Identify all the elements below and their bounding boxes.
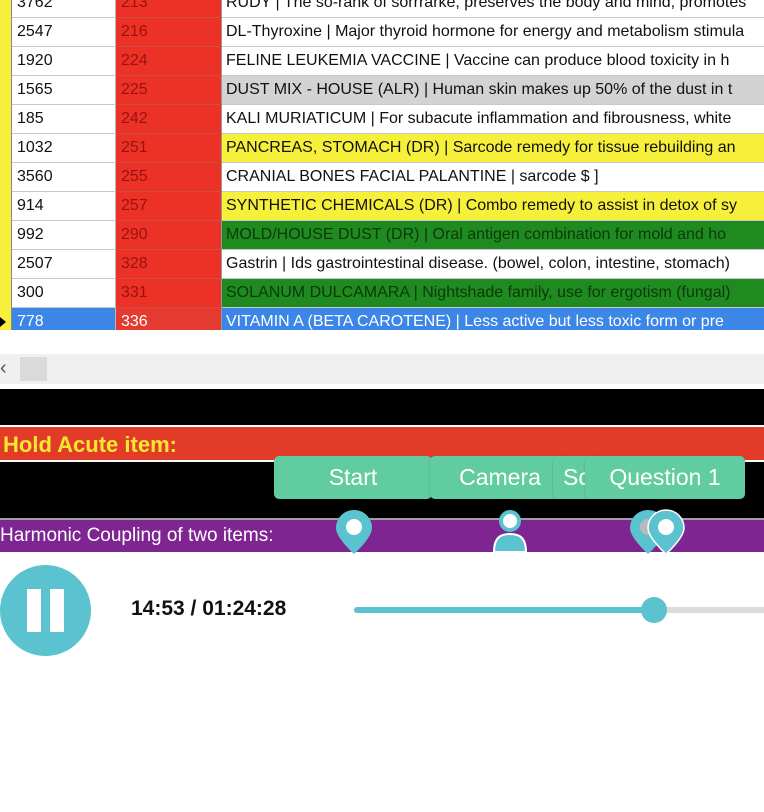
table-cell: 185 <box>12 105 116 134</box>
chapter-camera-label: Camera <box>459 464 541 490</box>
pause-button[interactable] <box>0 565 91 656</box>
row-selector[interactable] <box>0 47 12 76</box>
pause-icon <box>27 589 41 632</box>
table-cell: 992 <box>12 221 116 250</box>
scrollbar-thumb[interactable] <box>20 357 47 381</box>
table-cell: 914 <box>12 192 116 221</box>
table-cell: SOLANUM DULCAMARA | Nightshade family, u… <box>222 279 764 308</box>
table-row[interactable]: 300 331 SOLANUM DULCAMARA | Nightshade fam… <box>0 279 764 308</box>
table-row[interactable]: 2507 328 Gastrin | Ids gastrointestinal di… <box>0 250 764 279</box>
playback-time: 14:53 / 01:24:28 <box>131 597 287 620</box>
row-selector[interactable] <box>0 0 12 18</box>
chapter-question-1[interactable]: Question 1 <box>585 456 745 499</box>
row-selector[interactable] <box>0 308 12 330</box>
table-cell: 1920 <box>12 47 116 76</box>
row-selector[interactable] <box>0 18 12 47</box>
row-selector[interactable] <box>0 279 12 308</box>
row-selector[interactable] <box>0 250 12 279</box>
progress-fill <box>354 607 655 613</box>
table-cell: 1565 <box>12 76 116 105</box>
table-cell: 213 <box>116 0 222 18</box>
horizontal-scrollbar[interactable]: ‹ <box>0 354 764 384</box>
black-panel-top <box>0 389 764 425</box>
table-cell: 1032 <box>12 134 116 163</box>
table-cell: SYNTHETIC CHEMICALS (DR) | Combo remedy … <box>222 192 764 221</box>
row-selector[interactable] <box>0 134 12 163</box>
hold-acute-label: Hold Acute item: <box>3 432 177 457</box>
person-icon[interactable] <box>490 508 530 554</box>
table-cell: DUST MIX - HOUSE (ALR) | Human skin make… <box>222 76 764 105</box>
table-cell: MOLD/HOUSE DUST (DR) | Oral antigen comb… <box>222 221 764 250</box>
table-row[interactable]: 1920 224 FELINE LEUKEMIA VACCINE | Vaccine… <box>0 47 764 76</box>
row-selector[interactable] <box>0 76 12 105</box>
table-cell: 2507 <box>12 250 116 279</box>
table-row[interactable]: 3762 213 RUDY | The so-rank of sorrrarke, … <box>0 0 764 18</box>
table-cell: 3762 <box>12 0 116 18</box>
table-cell: 216 <box>116 18 222 47</box>
row-selector[interactable] <box>0 192 12 221</box>
table-cell: RUDY | The so-rank of sorrrarke, preserv… <box>222 0 764 18</box>
table-cell: 3560 <box>12 163 116 192</box>
table-cell: 251 <box>116 134 222 163</box>
table-cell: 255 <box>116 163 222 192</box>
table-cell: DL-Thyroxine | Major thyroid hormone for… <box>222 18 764 47</box>
progress-track[interactable] <box>354 597 764 623</box>
table-cell: 257 <box>116 192 222 221</box>
table-cell: 290 <box>116 221 222 250</box>
table-row[interactable]: 2547 216 DL-Thyroxine | Major thyroid horm… <box>0 18 764 47</box>
chapter-start-label: Start <box>328 464 378 490</box>
table-cell: KALI MURIATICUM | For subacute inflammat… <box>222 105 764 134</box>
chevron-left-icon[interactable]: ‹ <box>0 357 7 380</box>
table-row[interactable]: 185 242 KALI MURIATICUM | For subacute inf… <box>0 105 764 134</box>
table-row[interactable]: 1032 251 PANCREAS, STOMACH (DR) | Sarcode … <box>0 134 764 163</box>
map-pin-icon[interactable] <box>646 508 686 556</box>
table-cell: 328 <box>116 250 222 279</box>
row-pointer-icon <box>0 317 6 327</box>
table-row[interactable]: 992 290 MOLD/HOUSE DUST (DR) | Oral antige… <box>0 221 764 250</box>
table-cell: CRANIAL BONES FACIAL PALANTINE | sarcode… <box>222 163 764 192</box>
row-selector[interactable] <box>0 221 12 250</box>
row-selector[interactable] <box>0 105 12 134</box>
table-row[interactable]: 1565 225 DUST MIX - HOUSE (ALR) | Human sk… <box>0 76 764 105</box>
table-cell: 336 <box>116 308 222 330</box>
table-cell: 300 <box>12 279 116 308</box>
table-cell: 778 <box>12 308 116 330</box>
table-row[interactable]: 914 257 SYNTHETIC CHEMICALS (DR) | Combo r… <box>0 192 764 221</box>
table-cell: Gastrin | Ids gastrointestinal disease. … <box>222 250 764 279</box>
progress-handle[interactable] <box>641 597 668 623</box>
table-cell: PANCREAS, STOMACH (DR) | Sarcode remedy … <box>222 134 764 163</box>
map-pin-icon[interactable] <box>334 508 374 556</box>
table-cell: 331 <box>116 279 222 308</box>
table-cell: 225 <box>116 76 222 105</box>
table-cell: 2547 <box>12 18 116 47</box>
pause-icon <box>50 589 64 632</box>
row-selector[interactable] <box>0 163 12 192</box>
chapter-start[interactable]: Start <box>274 456 432 499</box>
harmonic-coupling-label: Harmonic Coupling of two items: <box>0 525 274 546</box>
table-row[interactable]: 3560 255 CRANIAL BONES FACIAL PALANTINE | … <box>0 163 764 192</box>
table-cell: 242 <box>116 105 222 134</box>
table-cell: VITAMIN A (BETA CAROTENE) | Less active … <box>222 308 764 330</box>
chapter-camera[interactable]: Camera <box>430 456 570 499</box>
chapter-question-1-label: Question 1 <box>609 464 721 490</box>
data-grid: 3762 213 RUDY | The so-rank of sorrrarke, … <box>0 0 764 330</box>
table-cell: 224 <box>116 47 222 76</box>
table-cell: FELINE LEUKEMIA VACCINE | Vaccine can pr… <box>222 47 764 76</box>
table-row[interactable]: 778 336 VITAMIN A (BETA CAROTENE) | Less a… <box>0 308 764 330</box>
